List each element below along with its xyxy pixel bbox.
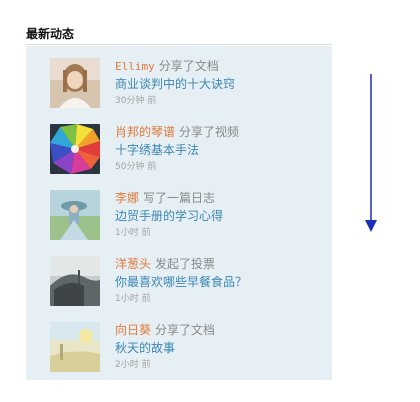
- action-text: 发起了投票: [155, 257, 216, 271]
- action-text: 分享了视频: [179, 125, 240, 139]
- timestamp: 30分钟 前: [115, 96, 157, 106]
- scroll-down-arrow-icon: [363, 74, 379, 234]
- feed-item: 向日葵 分享了文档 秋天的故事 2小时 前: [50, 322, 330, 374]
- user-avatar[interactable]: [50, 322, 100, 372]
- feed-item: 肖邦的琴谱 分享了视频 十字绣基本手法 50分钟 前: [50, 124, 330, 176]
- item-title-link[interactable]: 边贸手册的学习心得: [115, 208, 223, 224]
- item-title-link[interactable]: 十字绣基本手法: [115, 142, 199, 158]
- user-name-link[interactable]: 肖邦的琴谱: [115, 125, 175, 139]
- feed-item: 洋葱头 发起了投票 你最喜欢哪些早餐食品？ 1小时 前: [50, 256, 330, 308]
- timestamp: 50分钟 前: [115, 162, 157, 172]
- feed-item: 李娜 写了一篇日志 边贸手册的学习心得 1小时 前: [50, 190, 330, 242]
- item-title-link[interactable]: 秋天的故事: [115, 340, 175, 356]
- user-name-link[interactable]: Ellimy: [115, 60, 155, 73]
- title-divider: [26, 44, 332, 45]
- item-title-link[interactable]: 商业谈判中的十大诀窍: [115, 76, 235, 92]
- action-text: 分享了文档: [155, 323, 216, 337]
- timestamp: 1小时 前: [115, 228, 151, 238]
- user-name-link[interactable]: 向日葵: [115, 323, 151, 337]
- action-text: 写了一篇日志: [143, 191, 216, 205]
- timestamp: 2小时 前: [115, 360, 151, 370]
- action-text: 分享了文档: [158, 59, 219, 73]
- user-avatar[interactable]: [50, 124, 100, 174]
- user-name-link[interactable]: 洋葱头: [115, 257, 151, 271]
- user-name-link[interactable]: 李娜: [115, 191, 139, 205]
- user-avatar[interactable]: [50, 58, 100, 108]
- activity-feed: Ellimy 分享了文档 商业谈判中的十大诀窍 30分钟 前 肖邦的琴谱 分享了…: [26, 46, 332, 380]
- item-title-link[interactable]: 你最喜欢哪些早餐食品？: [115, 274, 247, 290]
- timestamp: 1小时 前: [115, 294, 151, 304]
- user-avatar[interactable]: [50, 256, 100, 306]
- user-avatar[interactable]: [50, 190, 100, 240]
- section-title: 最新动态: [26, 27, 75, 41]
- feed-item: Ellimy 分享了文档 商业谈判中的十大诀窍 30分钟 前: [50, 58, 330, 110]
